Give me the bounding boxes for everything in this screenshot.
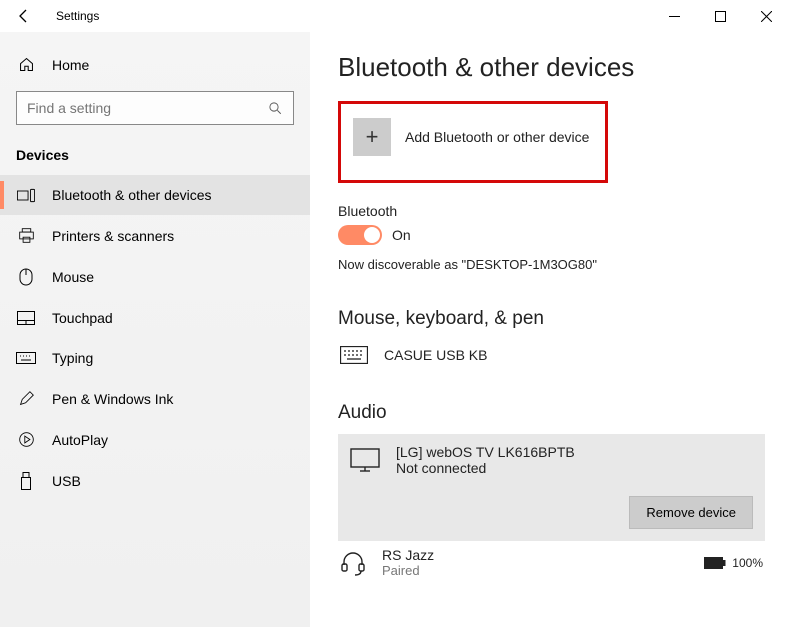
battery-icon: [704, 557, 726, 569]
page-title: Bluetooth & other devices: [338, 52, 765, 83]
sidebar-item-label: USB: [52, 473, 81, 489]
mouse-icon: [16, 268, 36, 286]
home-icon: [16, 56, 36, 73]
sidebar-item-label: Pen & Windows Ink: [52, 391, 173, 407]
tv-icon: [350, 448, 380, 472]
sidebar-nav: Bluetooth & other devices Printers & sca…: [0, 175, 310, 502]
sidebar-item-typing[interactable]: Typing: [0, 338, 310, 378]
device-name: CASUE USB KB: [384, 347, 487, 363]
sidebar-item-autoplay[interactable]: AutoPlay: [0, 419, 310, 460]
sidebar-item-label: AutoPlay: [52, 432, 108, 448]
search-box[interactable]: [16, 91, 294, 125]
add-device-button[interactable]: + Add Bluetooth or other device: [338, 101, 608, 183]
maximize-button[interactable]: [697, 0, 743, 32]
sidebar-item-label: Typing: [52, 350, 93, 366]
sidebar-item-label: Bluetooth & other devices: [52, 187, 212, 203]
device-name: RS Jazz: [382, 547, 434, 563]
battery-indicator: 100%: [704, 556, 763, 570]
pen-icon: [16, 390, 36, 407]
headset-icon: [340, 550, 366, 576]
back-button[interactable]: [8, 0, 40, 32]
device-row-keyboard[interactable]: CASUE USB KB: [338, 340, 765, 370]
add-device-label: Add Bluetooth or other device: [405, 129, 589, 145]
sidebar-item-usb[interactable]: USB: [0, 460, 310, 502]
usb-icon: [16, 472, 36, 490]
device-row-tv[interactable]: [LG] webOS TV LK616BPTB Not connected Re…: [338, 434, 765, 541]
printer-icon: [16, 227, 36, 244]
sidebar-home[interactable]: Home: [0, 48, 310, 81]
home-label: Home: [52, 57, 89, 73]
main-panel: Bluetooth & other devices + Add Bluetoot…: [310, 32, 789, 627]
close-button[interactable]: [743, 0, 789, 32]
touchpad-icon: [16, 311, 36, 325]
toggle-state-label: On: [392, 227, 411, 243]
minimize-button[interactable]: [651, 0, 697, 32]
section-audio: Audio: [338, 402, 765, 424]
sidebar-item-bluetooth[interactable]: Bluetooth & other devices: [0, 175, 310, 215]
sidebar-item-label: Printers & scanners: [52, 228, 174, 244]
device-name: [LG] webOS TV LK616BPTB: [396, 444, 575, 460]
remove-device-button[interactable]: Remove device: [629, 496, 753, 529]
device-status: Paired: [382, 563, 434, 578]
devices-icon: [16, 188, 36, 203]
sidebar: Home Devices Bluetooth & other devices: [0, 32, 310, 627]
device-status: Not connected: [396, 460, 575, 476]
battery-percent: 100%: [732, 556, 763, 570]
autoplay-icon: [16, 431, 36, 448]
device-row-headset[interactable]: RS Jazz Paired 100%: [338, 541, 765, 584]
keyboard-device-icon: [340, 346, 368, 364]
section-mouse-keyboard: Mouse, keyboard, & pen: [338, 308, 765, 330]
sidebar-section-label: Devices: [0, 139, 310, 175]
sidebar-item-printers[interactable]: Printers & scanners: [0, 215, 310, 256]
sidebar-item-touchpad[interactable]: Touchpad: [0, 298, 310, 338]
discoverable-text: Now discoverable as "DESKTOP-1M3OG80": [338, 257, 765, 272]
sidebar-item-label: Mouse: [52, 269, 94, 285]
window-title: Settings: [56, 9, 99, 23]
bluetooth-toggle[interactable]: [338, 225, 382, 245]
sidebar-item-pen[interactable]: Pen & Windows Ink: [0, 378, 310, 419]
sidebar-item-label: Touchpad: [52, 310, 113, 326]
sidebar-item-mouse[interactable]: Mouse: [0, 256, 310, 298]
bluetooth-label: Bluetooth: [338, 203, 765, 219]
titlebar: Settings: [0, 0, 789, 32]
search-icon: [268, 101, 283, 116]
search-input[interactable]: [27, 100, 268, 116]
keyboard-icon: [16, 352, 36, 364]
plus-icon: +: [353, 118, 391, 156]
